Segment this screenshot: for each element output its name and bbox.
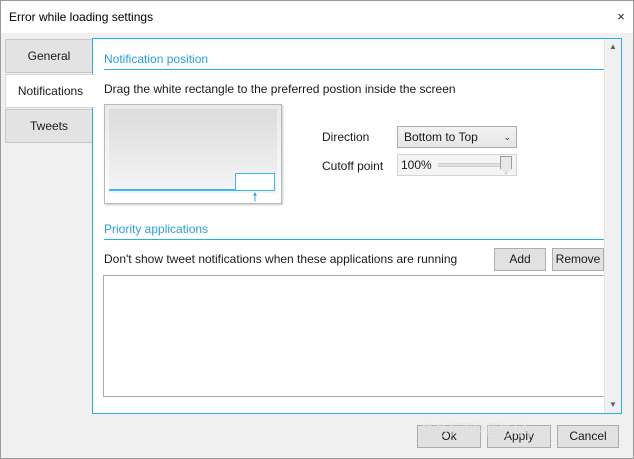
direction-label: Direction	[322, 130, 370, 144]
cutoff-point-control: 100%	[397, 154, 517, 176]
priority-applications-description: Don't show tweet notifications when thes…	[104, 252, 458, 266]
ok-button[interactable]: Ok	[417, 425, 481, 448]
vertical-scrollbar[interactable]: ▲ ▼	[604, 39, 621, 413]
direction-select[interactable]: Bottom to Top ⌄	[397, 126, 517, 148]
scroll-down-icon[interactable]: ▼	[605, 397, 621, 413]
apply-button[interactable]: Apply	[487, 425, 551, 448]
window-title: Error while loading settings	[9, 10, 154, 24]
remove-button[interactable]: Remove	[552, 248, 604, 271]
close-icon[interactable]: ×	[613, 9, 629, 25]
screen-preview: 🠕	[104, 104, 282, 204]
notification-position-description: Drag the white rectangle to the preferre…	[104, 82, 456, 96]
tab-tweets[interactable]: Tweets	[5, 109, 93, 143]
add-button[interactable]: Add	[494, 248, 546, 271]
notifications-panel: Notification position Drag the white rec…	[92, 38, 622, 414]
up-arrow-icon: 🠕	[252, 190, 258, 204]
section-divider	[104, 69, 604, 70]
settings-window: Error while loading settings × General N…	[0, 0, 634, 459]
cutoff-point-label: Cutoff point	[322, 159, 384, 173]
notification-position-handle[interactable]	[235, 173, 275, 191]
priority-applications-list[interactable]	[103, 275, 605, 397]
scroll-up-icon[interactable]: ▲	[605, 39, 621, 55]
chevron-down-icon: ⌄	[503, 132, 511, 142]
tab-general[interactable]: General	[5, 39, 93, 73]
cutoff-slider-thumb[interactable]	[500, 156, 512, 174]
notification-position-title: Notification position	[104, 52, 209, 66]
title-bar: Error while loading settings ×	[1, 1, 633, 33]
tab-notifications[interactable]: Notifications	[5, 74, 95, 108]
cancel-button[interactable]: Cancel	[557, 425, 619, 448]
cutoff-point-value: 100%	[401, 158, 432, 172]
priority-applications-title: Priority applications	[104, 222, 209, 236]
cutoff-slider-track[interactable]	[438, 163, 510, 167]
section-divider	[104, 239, 604, 240]
direction-value: Bottom to Top	[404, 130, 478, 144]
